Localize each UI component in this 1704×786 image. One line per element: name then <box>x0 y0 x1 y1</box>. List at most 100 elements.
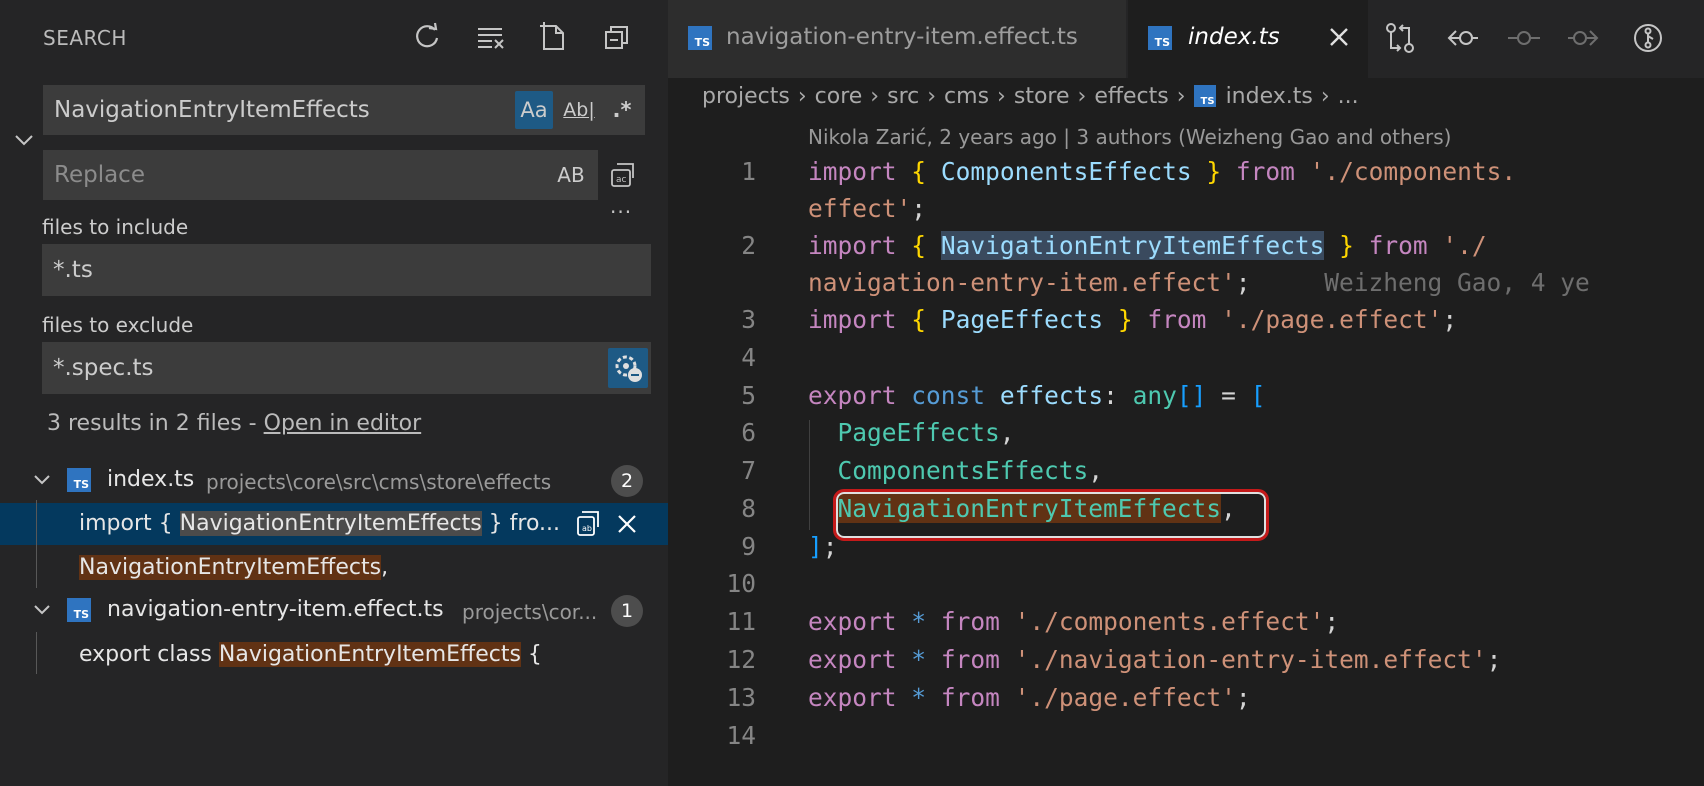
tab-navigation-entry-item-effect[interactable]: TS navigation-entry-item.effect.ts <box>668 0 1126 78</box>
tab-label: index.ts <box>1188 24 1280 50</box>
sidebar-title: SEARCH <box>43 26 127 50</box>
include-label: files to include <box>42 215 189 239</box>
use-regex-toggle[interactable]: .* <box>603 91 641 129</box>
typescript-file-icon: TS <box>688 26 712 50</box>
match-whole-word-toggle[interactable]: Ab| <box>559 91 599 129</box>
typescript-file-icon: TS <box>1148 26 1172 50</box>
results-summary: 3 results in 2 files - Open in editor <box>47 411 421 436</box>
code-line: ComponentsEffects, <box>837 456 1104 485</box>
code-line: import { NavigationEntryItemEffects } fr… <box>808 231 1487 260</box>
line-number: 12 <box>726 645 756 674</box>
tab-bar: TS navigation-entry-item.effect.ts TS in… <box>668 0 1704 78</box>
svg-text:ab: ab <box>582 524 592 533</box>
line-number: 13 <box>726 683 756 712</box>
code-line: export * from './navigation-entry-item.e… <box>808 645 1502 674</box>
use-exclude-settings-icon[interactable] <box>608 348 648 388</box>
breadcrumb-item[interactable]: cms <box>944 84 989 109</box>
result-file-row[interactable]: TS index.ts projects\core\src\cms\store\… <box>0 460 668 500</box>
match-text: export class NavigationEntryItemEffects … <box>79 642 542 667</box>
line-number: 2 <box>741 231 756 260</box>
toggle-file-blame-icon[interactable] <box>1630 20 1666 56</box>
new-search-editor-icon[interactable] <box>536 20 570 54</box>
line-number: 3 <box>741 305 756 334</box>
inline-blame: Weizheng Gao, 4 ye <box>1324 268 1590 297</box>
svg-text:ac: ac <box>616 175 627 185</box>
code-line: ]; <box>808 532 838 561</box>
code-line: navigation-entry-item.effect'; Weizheng … <box>808 268 1590 297</box>
chevron-down-icon[interactable] <box>30 468 54 492</box>
typescript-file-icon: TS <box>1193 85 1216 107</box>
search-input[interactable]: NavigationEntryItemEffects Aa Ab| .* <box>43 85 645 135</box>
results-count-text: 3 results in 2 files - <box>47 411 264 436</box>
breadcrumb-item[interactable]: core <box>815 84 863 109</box>
code-line: import { ComponentsEffects } from './com… <box>808 157 1517 186</box>
dismiss-match-icon[interactable] <box>614 511 640 537</box>
match-suffix: , <box>381 555 389 580</box>
replace-match-icon[interactable]: ab <box>574 509 602 539</box>
editor-area: TS navigation-entry-item.effect.ts TS in… <box>668 0 1704 786</box>
breadcrumb-item[interactable]: store <box>1014 84 1070 109</box>
preserve-case-toggle[interactable]: AB <box>551 156 591 194</box>
files-to-exclude-input[interactable]: *.spec.ts <box>42 342 651 394</box>
toggle-replace-chevron-icon[interactable] <box>12 128 36 152</box>
breadcrumb-item[interactable]: index.ts <box>1226 84 1313 109</box>
match-case-toggle[interactable]: Aa <box>515 91 553 129</box>
result-match-row[interactable]: NavigationEntryItemEffects, <box>0 547 668 587</box>
line-number: 8 <box>741 494 756 523</box>
result-file-path: projects\core\src\cms\store\effects <box>206 470 552 494</box>
indent-guide <box>809 420 810 530</box>
match-suffix: } fro... <box>481 511 561 536</box>
collapse-all-icon[interactable] <box>600 20 634 54</box>
search-input-value: NavigationEntryItemEffects <box>54 97 370 123</box>
search-sidebar: SEARCH NavigationEntryItemEffects Aa Ab|… <box>0 0 668 786</box>
line-number: 14 <box>726 721 756 750</box>
result-file-row[interactable]: TS navigation-entry-item.effect.ts proje… <box>0 590 668 630</box>
indent-guide <box>36 500 37 588</box>
line-number: 6 <box>741 418 756 447</box>
indent-guide <box>36 632 37 674</box>
include-value: *.ts <box>53 257 93 283</box>
code-line: export * from './components.effect'; <box>808 607 1340 636</box>
result-count-badge: 1 <box>611 595 643 627</box>
previous-change-icon[interactable] <box>1444 20 1480 56</box>
breadcrumb: projects › core › src › cms › store › effects… <box>702 83 1359 109</box>
line-number: 1 <box>741 157 756 186</box>
breadcrumb-item[interactable]: src <box>887 84 919 109</box>
next-change-icon[interactable] <box>1566 20 1602 56</box>
toggle-search-details[interactable]: ··· <box>610 200 632 224</box>
breadcrumb-item[interactable]: projects <box>702 84 790 109</box>
replace-all-icon[interactable]: ac <box>607 158 639 190</box>
match-highlight: NavigationEntryItemEffects <box>218 642 521 667</box>
refresh-icon[interactable] <box>410 20 444 54</box>
code-line: export const effects: any[] = [ <box>808 381 1266 410</box>
result-match-row[interactable]: export class NavigationEntryItemEffects … <box>0 634 668 674</box>
line-number: 4 <box>741 343 756 372</box>
line-number: 11 <box>726 607 756 636</box>
replace-input[interactable]: Replace AB <box>43 150 598 200</box>
tab-index-ts[interactable]: TS index.ts <box>1128 0 1368 78</box>
match-text: import { NavigationEntryItemEffects } fr… <box>79 511 560 536</box>
open-changes-icon[interactable] <box>1382 20 1418 56</box>
match-highlight: NavigationEntryItemEffects <box>179 511 482 536</box>
exclude-value: *.spec.ts <box>53 355 154 381</box>
typescript-file-icon: TS <box>67 468 91 492</box>
code-line: import { PageEffects } from './page.effe… <box>808 305 1458 334</box>
match-prefix: import { <box>79 511 180 536</box>
selected-match-outline <box>833 489 1269 541</box>
codelens-authors[interactable]: Nikola Zarić, 2 years ago | 3 authors (W… <box>808 125 1451 149</box>
code-line: export * from './page.effect'; <box>808 683 1251 712</box>
result-file-path: projects\cor... <box>462 600 598 624</box>
files-to-include-input[interactable]: *.ts <box>42 244 651 296</box>
replace-placeholder: Replace <box>54 162 145 188</box>
clear-results-icon[interactable] <box>474 20 508 54</box>
breadcrumb-item[interactable]: ... <box>1338 84 1359 109</box>
open-in-editor-link[interactable]: Open in editor <box>264 411 422 436</box>
result-match-row[interactable]: import { NavigationEntryItemEffects } fr… <box>0 503 668 545</box>
close-icon[interactable] <box>1324 22 1354 52</box>
tab-label: navigation-entry-item.effect.ts <box>726 24 1078 50</box>
chevron-down-icon[interactable] <box>30 598 54 622</box>
breadcrumb-item[interactable]: effects <box>1094 84 1168 109</box>
match-suffix: { <box>520 642 542 667</box>
commit-icon[interactable] <box>1506 20 1542 56</box>
line-number: 7 <box>741 456 756 485</box>
